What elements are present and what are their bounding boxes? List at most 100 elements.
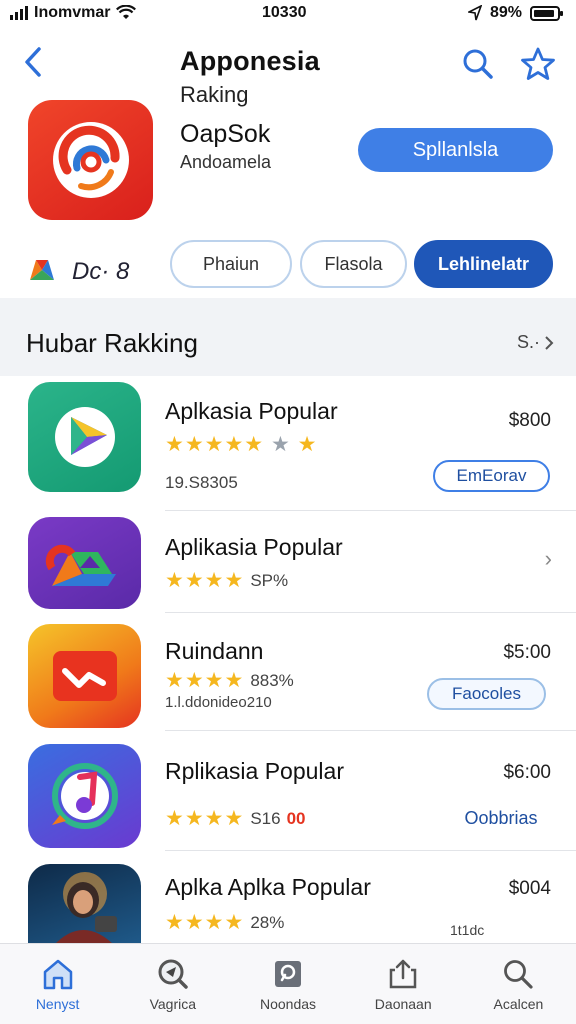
- swirl-logo-icon: [52, 122, 129, 198]
- location-icon: [467, 5, 482, 21]
- tab-label: Acalcen: [493, 996, 544, 1012]
- tab-updates[interactable]: Daonaan: [346, 944, 461, 1024]
- photo-app-icon: [28, 864, 141, 946]
- app-title: Ruindann: [165, 638, 264, 664]
- page-title: Apponesia: [180, 46, 320, 76]
- play-app-icon: [28, 382, 141, 492]
- featured-app-icon[interactable]: [28, 100, 153, 220]
- app-title: Aplka Aplka Popular: [165, 874, 371, 900]
- rating-stars-icon: ★★★★: [165, 911, 245, 934]
- rating-stars-icon: ★★★★: [165, 569, 245, 592]
- apps-icon: [275, 961, 301, 987]
- tab-apps[interactable]: Noondas: [230, 944, 345, 1024]
- section-title: Hubar Rakking: [26, 328, 198, 358]
- chevron-right-icon: [545, 335, 554, 350]
- battery-fill: [534, 9, 554, 17]
- rating-meta: 28%: [250, 912, 285, 932]
- filter-pill-2[interactable]: Flasola: [300, 240, 407, 288]
- tab-label: Daonaan: [374, 996, 432, 1012]
- list-item[interactable]: Aplikasia Popular ★★★★ SP% ›: [0, 516, 576, 634]
- rank-label: Dc· 8: [72, 258, 130, 285]
- tab-games[interactable]: Vagrica: [115, 944, 230, 1024]
- home-icon: [43, 959, 72, 990]
- battery-percent: 89%: [489, 4, 522, 21]
- tab-label: Nenyst: [35, 996, 80, 1012]
- row-divider: [165, 730, 576, 731]
- nav-header: Apponesia Raking: [0, 40, 576, 107]
- favorite-button[interactable]: [518, 44, 558, 84]
- see-all-link[interactable]: S.·: [517, 332, 554, 353]
- list-item[interactable]: Ruindann $5:00 ★★★★ 883% 1.l.ddonideo210…: [0, 624, 576, 742]
- back-button[interactable]: [18, 44, 48, 80]
- rating-stars: ★★★★ SP%: [165, 568, 288, 593]
- row-divider: [165, 510, 576, 511]
- music-app-icon: [28, 744, 141, 848]
- featured-app: OapSok Andoamela Spllanlsla: [0, 100, 576, 230]
- tab-bar: Nenyst Vagrica Noondas Daonaan Acalcen: [0, 943, 576, 1024]
- app-action-button[interactable]: EmEorav: [433, 460, 550, 492]
- featured-app-developer: Andoamela: [180, 152, 272, 172]
- music-note-icon: [51, 763, 118, 829]
- app-downloads: 19.S8305: [165, 473, 238, 492]
- drive-app-icon: [28, 517, 141, 609]
- featured-app-name: OapSok: [180, 120, 271, 148]
- tab-label: Vagrica: [149, 996, 197, 1012]
- search-icon: [504, 960, 534, 989]
- share-icon: [389, 959, 417, 989]
- tab-search[interactable]: Acalcen: [461, 944, 576, 1024]
- app-price: $004: [508, 878, 551, 899]
- tab-home[interactable]: Nenyst: [0, 944, 115, 1024]
- filter-pill-3[interactable]: Lehlinelatr: [414, 240, 553, 288]
- status-left: Inomvmar: [10, 4, 137, 22]
- wifi-icon: [116, 5, 137, 19]
- search-button[interactable]: [458, 44, 498, 84]
- app-title: Aplkasia Popular: [165, 398, 338, 424]
- section-header: Hubar Rakking S.·: [0, 298, 576, 376]
- play-triangle-icon: [54, 407, 115, 467]
- rating-stars: ★★★★ 883%: [165, 668, 294, 693]
- get-button[interactable]: Spllanlsla: [358, 128, 553, 172]
- rating-meta: SP%: [250, 570, 289, 590]
- envelope-icon: [52, 651, 117, 701]
- chevron-right-icon[interactable]: ›: [545, 546, 552, 572]
- see-all-label: S.·: [516, 332, 540, 352]
- person-photo-icon: [52, 872, 117, 946]
- rating-stars-icon: ★★★★: [165, 669, 245, 692]
- rating-stars: ★★★★ 28%: [165, 910, 284, 935]
- app-price: $6:00: [503, 762, 551, 783]
- rocket-icon: [158, 959, 188, 989]
- filter-row: Dc· 8 Phaiun Flasola Lehlinelatr: [0, 240, 576, 290]
- app-subtitle: 1.l.ddonideo210: [165, 694, 272, 711]
- app-price: $5:00: [503, 642, 551, 663]
- status-right: 89%: [467, 4, 563, 22]
- app-action-button[interactable]: Oobbrias: [455, 802, 547, 834]
- brand-logo-icon: [30, 260, 54, 280]
- status-time: 10330: [262, 4, 307, 21]
- signal-icon: [10, 6, 28, 20]
- mail-app-icon: [28, 624, 141, 728]
- carrier-name: Inomvmar: [34, 4, 111, 21]
- rating-badge: 00: [286, 808, 306, 828]
- row-divider: [165, 850, 576, 851]
- chevron-left-icon: [25, 47, 41, 77]
- rating-stars: ★★★★ S16 00: [165, 806, 305, 831]
- drive-triangle-icon: [45, 544, 116, 586]
- rating-stars: ★★★★★ ★ ★: [165, 432, 317, 457]
- rating-stars-icon: ★★★★★ ★ ★: [165, 433, 318, 456]
- rating-stars-icon: ★★★★: [165, 807, 245, 830]
- app-price: $800: [508, 410, 551, 431]
- list-item[interactable]: Aplkasia Popular $800 ★★★★★ ★ ★ 19.S8305…: [0, 380, 576, 498]
- rating-meta: S16: [250, 808, 281, 828]
- rating-meta: 883%: [250, 670, 294, 690]
- app-subtitle: 1t1dc: [450, 922, 485, 938]
- filter-pill-1[interactable]: Phaiun: [170, 240, 292, 288]
- app-title: Rplikasia Popular: [165, 758, 344, 784]
- app-title: Aplikasia Popular: [165, 534, 343, 560]
- app-action-button[interactable]: Faocoles: [427, 678, 546, 710]
- tab-label: Noondas: [259, 996, 317, 1012]
- list-item[interactable]: Rplikasia Popular $6:00 ★★★★ S16 00 Oobb…: [0, 744, 576, 862]
- row-divider: [165, 612, 576, 613]
- status-bar: Inomvmar 10330 89%: [0, 0, 576, 26]
- star-outline-icon: [521, 47, 555, 80]
- battery-icon: [530, 5, 563, 21]
